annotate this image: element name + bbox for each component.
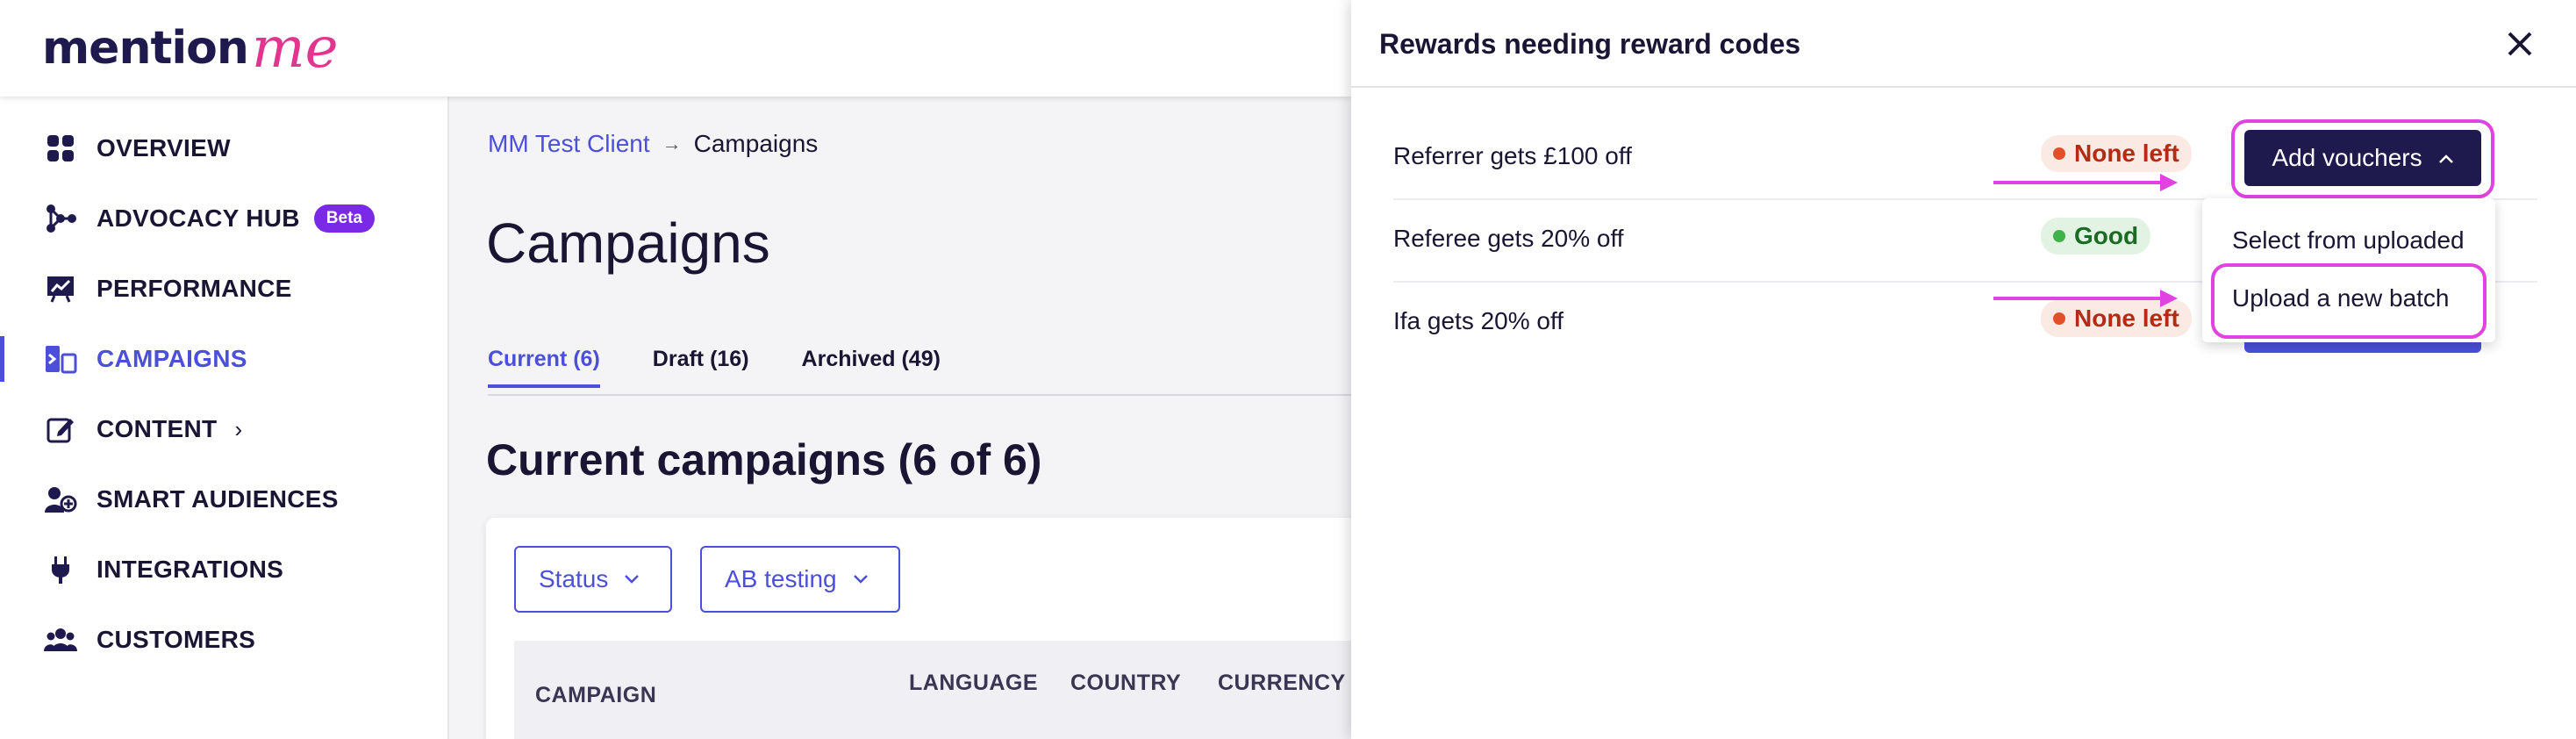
chart-board-icon	[44, 272, 77, 305]
arrow-right-icon: →	[662, 133, 682, 154]
status-dot-icon	[2053, 312, 2065, 325]
menu-item-select-from-uploaded[interactable]: Select from uploaded	[2232, 226, 2465, 255]
chevron-up-icon	[2438, 147, 2454, 169]
tab-archived[interactable]: Archived (49)	[802, 347, 941, 388]
status-badge: Good	[2041, 218, 2151, 255]
logo-text-me: me	[251, 16, 339, 81]
status-filter-label: Status	[539, 565, 609, 592]
sidebar-item-customers[interactable]: CUSTOMERS	[0, 613, 447, 666]
drawer-header: Rewards needing reward codes	[1351, 0, 2576, 88]
grid-icon	[44, 132, 77, 165]
breadcrumb-current: Campaigns	[693, 130, 819, 157]
ab-testing-filter[interactable]: AB testing	[700, 546, 900, 613]
edit-icon	[44, 413, 77, 446]
sidebar-item-label: CAMPAIGNS	[97, 345, 247, 372]
chevron-down-icon	[624, 570, 640, 590]
reward-name: Referrer gets £100 off	[1393, 142, 1632, 169]
sidebar-item-label: OVERVIEW	[97, 134, 231, 161]
page-title: Campaigns	[486, 212, 770, 275]
reward-name: Ifa gets 20% off	[1393, 307, 1564, 334]
sidebar-item-campaigns[interactable]: CAMPAIGNS	[0, 333, 447, 385]
tab-draft[interactable]: Draft (16)	[653, 347, 749, 388]
sidebar-item-label: SMART AUDIENCES	[97, 485, 339, 513]
sidebar-item-label: PERFORMANCE	[97, 275, 292, 302]
campaign-tabs: Current (6) Draft (16) Archived (49)	[488, 347, 993, 388]
logo-text-mention: mention	[42, 22, 249, 75]
sidebar-item-integrations[interactable]: INTEGRATIONS	[0, 543, 447, 596]
audience-icon	[44, 483, 77, 516]
breadcrumb-client-link[interactable]: MM Test Client	[488, 130, 650, 158]
users-icon	[44, 623, 77, 656]
status-text: None left	[2074, 140, 2179, 167]
top-header: mention me	[0, 0, 1351, 97]
campaigns-table-card: Status AB testing CAMPAIGN LANGUAGE COUN…	[486, 518, 1363, 739]
network-icon	[44, 202, 77, 235]
sidebar-item-label: ADVOCACY HUB	[97, 204, 300, 232]
sidebar-item-label: INTEGRATIONS	[97, 556, 284, 583]
table-header: CAMPAIGN LANGUAGE COUNTRY CURRENCY	[514, 641, 1363, 739]
status-filter[interactable]: Status	[514, 546, 672, 613]
campaigns-icon	[44, 342, 77, 376]
plug-icon	[44, 553, 77, 586]
rewards-drawer: Rewards needing reward codes Referrer ge…	[1351, 0, 2576, 739]
chevron-right-icon: ›	[234, 415, 243, 442]
annotation-arrow-icon	[1993, 290, 2178, 307]
add-vouchers-label: Add vouchers	[2272, 144, 2422, 171]
close-icon[interactable]	[2502, 26, 2537, 61]
column-header-campaign[interactable]: CAMPAIGN	[535, 683, 656, 708]
sidebar-item-performance[interactable]: PERFORMANCE	[0, 262, 447, 315]
sidebar: OVERVIEW ADVOCACY HUB Beta PERFORMANCE C…	[0, 97, 449, 739]
sidebar-item-overview[interactable]: OVERVIEW	[0, 122, 447, 175]
column-header-country[interactable]: COUNTRY	[1070, 671, 1181, 696]
menu-item-upload-new-batch[interactable]: Upload a new batch	[2232, 284, 2450, 312]
drawer-title: Rewards needing reward codes	[1379, 28, 1801, 60]
mention-me-logo[interactable]: mention me	[42, 16, 338, 81]
ab-testing-filter-label: AB testing	[725, 565, 837, 592]
breadcrumb: MM Test Client → Campaigns	[488, 130, 818, 158]
status-text: Good	[2074, 222, 2139, 249]
tab-current[interactable]: Current (6)	[488, 347, 600, 388]
tabs-divider	[488, 394, 1351, 396]
sidebar-item-smart-audiences[interactable]: SMART AUDIENCES	[0, 473, 447, 526]
sidebar-item-advocacy-hub[interactable]: ADVOCACY HUB Beta	[0, 192, 447, 245]
sidebar-item-content[interactable]: CONTENT ›	[0, 403, 447, 456]
status-dot-icon	[2053, 147, 2065, 160]
add-vouchers-dropdown: Select from uploaded Upload a new batch	[2202, 198, 2495, 342]
column-header-currency[interactable]: CURRENCY	[1218, 671, 1346, 696]
chevron-down-icon	[853, 570, 869, 590]
main-content: MM Test Client → Campaigns Campaigns Cur…	[449, 97, 1363, 739]
column-header-language[interactable]: LANGUAGE	[909, 671, 1038, 696]
status-badge: None left	[2041, 135, 2192, 172]
sidebar-item-label: CONTENT	[97, 415, 218, 442]
reward-row: Referrer gets £100 off None left Add vou…	[1393, 118, 2537, 200]
add-vouchers-button[interactable]: Add vouchers	[2244, 130, 2481, 186]
status-dot-icon	[2053, 230, 2065, 242]
beta-badge: Beta	[313, 204, 375, 233]
reward-name: Referee gets 20% off	[1393, 225, 1624, 252]
sidebar-item-label: CUSTOMERS	[97, 626, 256, 653]
section-title: Current campaigns (6 of 6)	[486, 435, 1042, 484]
annotation-arrow-icon	[1993, 174, 2178, 191]
